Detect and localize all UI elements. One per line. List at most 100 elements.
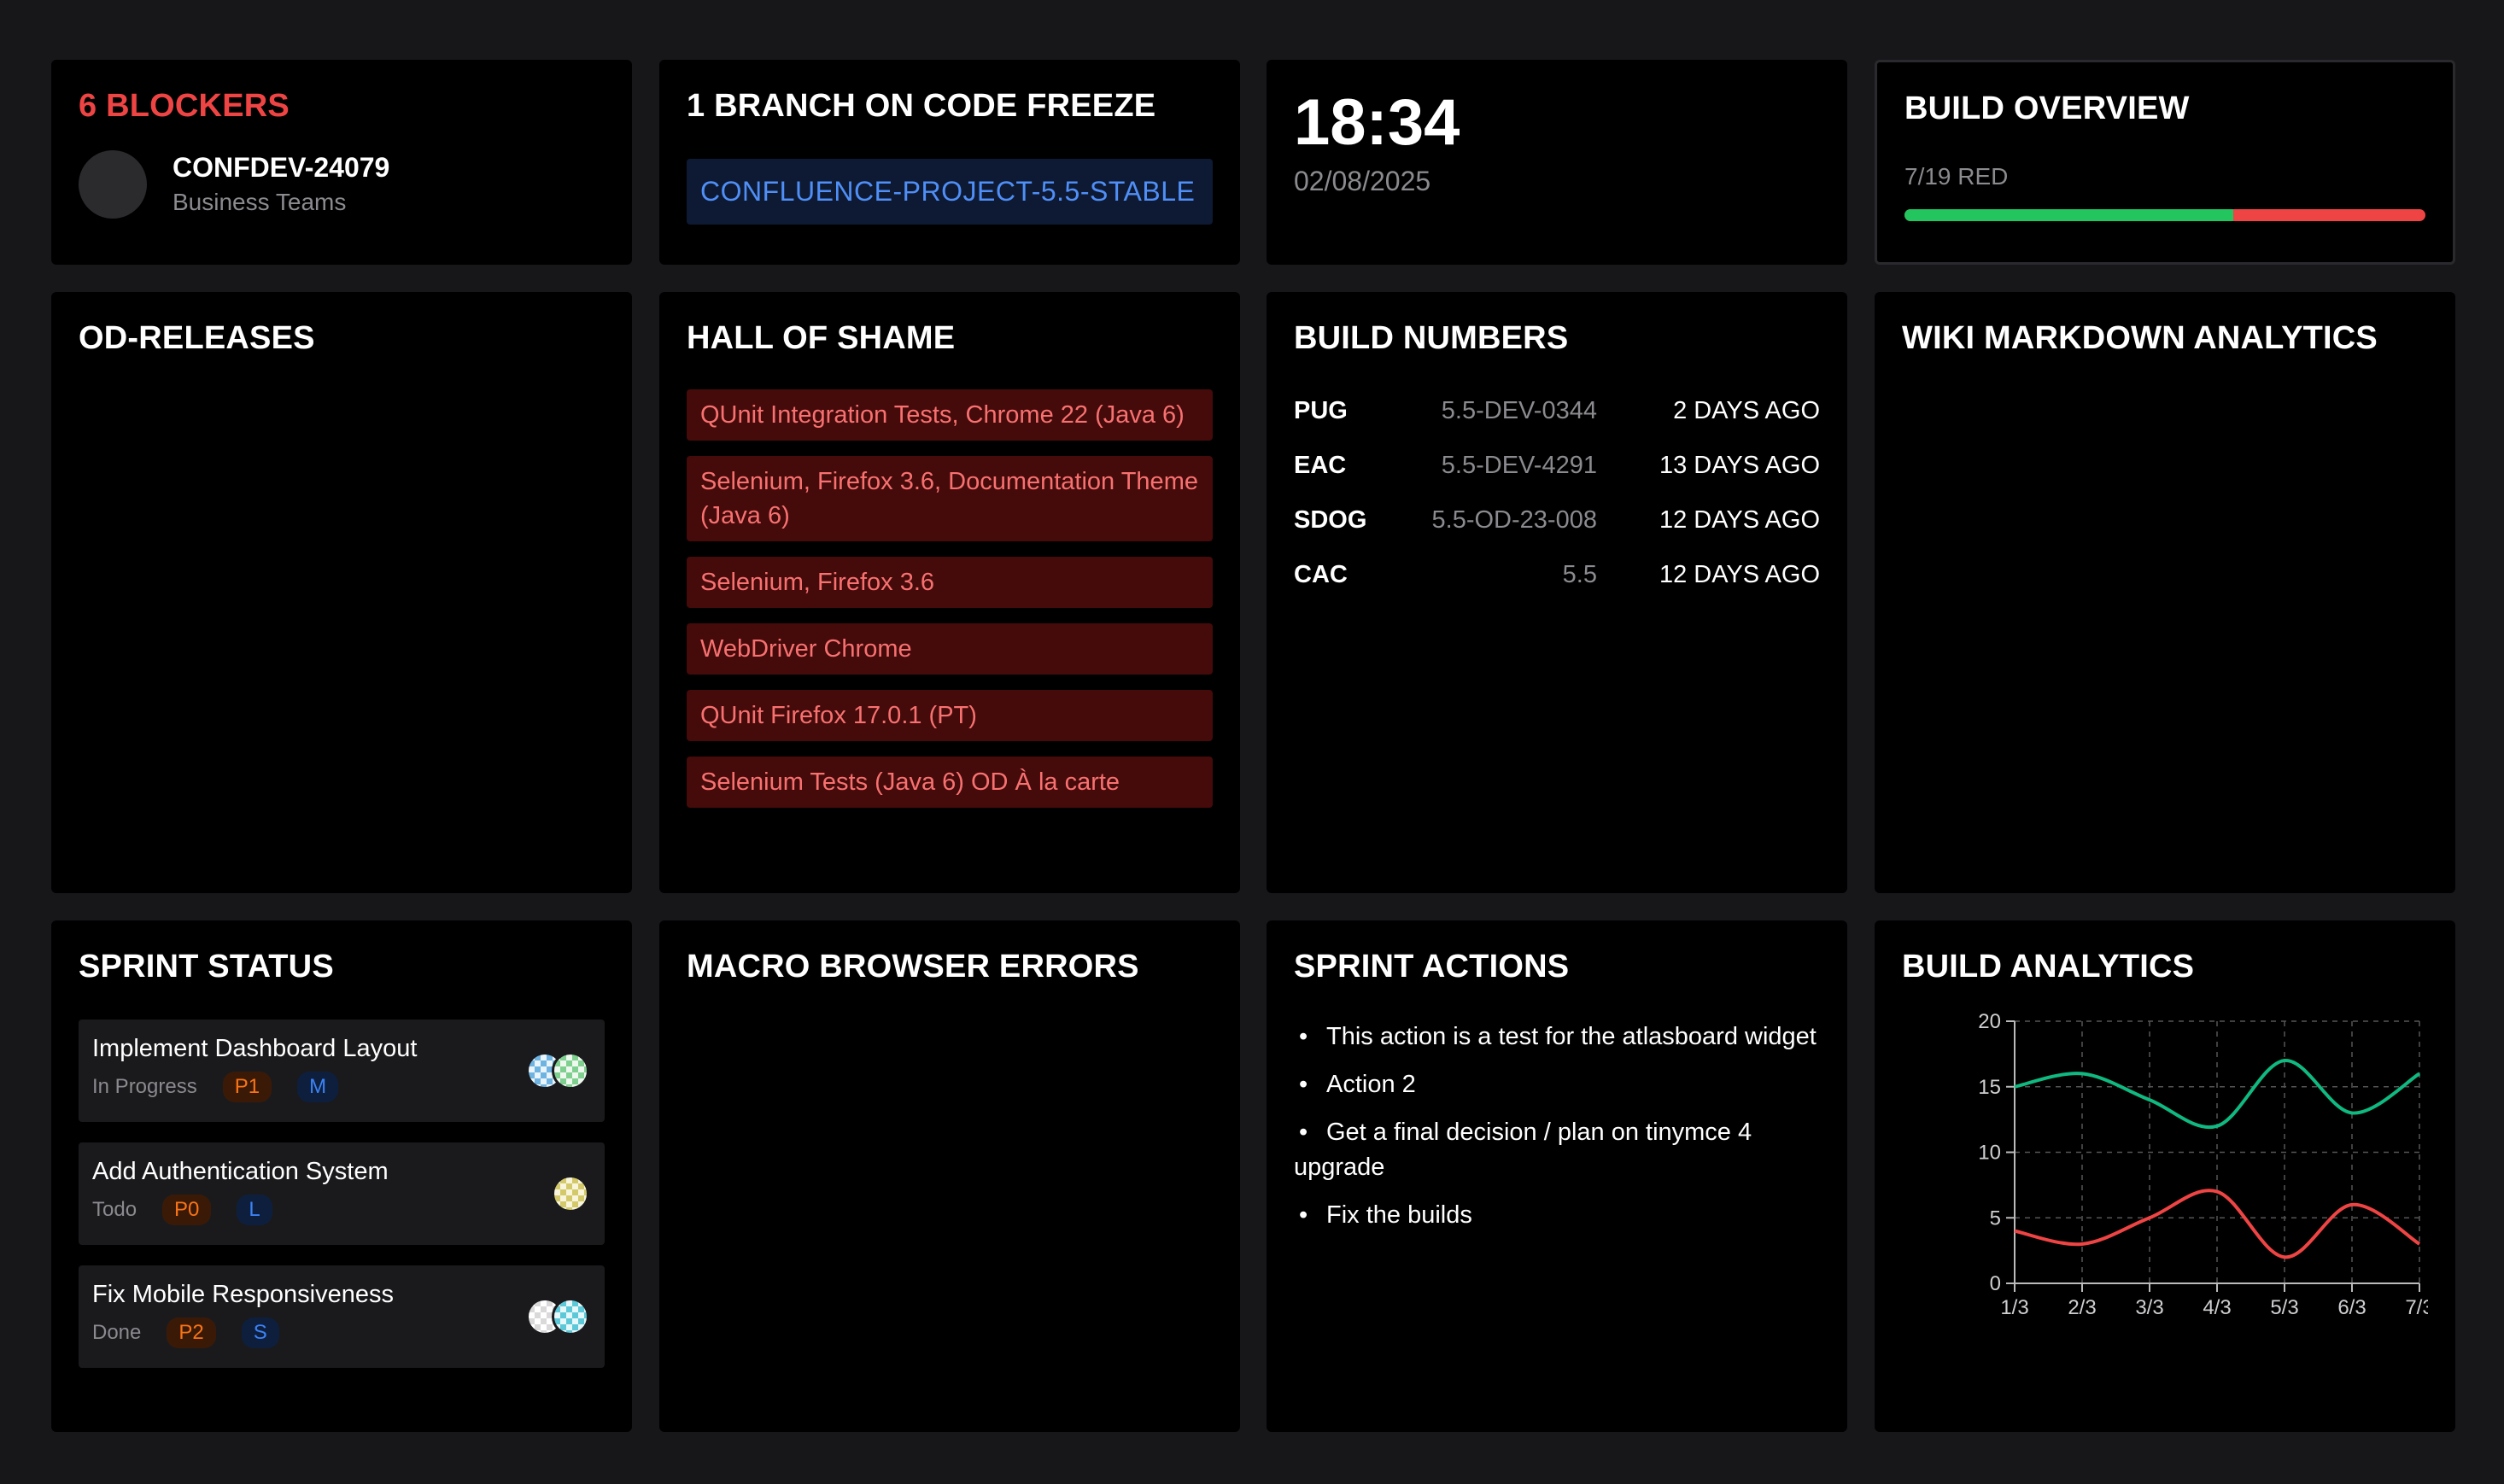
avatar	[79, 149, 147, 219]
failing-build-item[interactable]: QUnit Integration Tests, Chrome 22 (Java…	[687, 389, 1213, 441]
clock-time: 18:34	[1294, 86, 1460, 159]
list-item: • This action is a test for the atlasboar…	[1294, 1020, 1820, 1055]
sprint-task-card[interactable]: Fix Mobile Responsiveness Done P2 S	[79, 1265, 605, 1368]
build-name: CAC	[1294, 561, 1348, 589]
hall-of-shame-widget: HALL OF SHAME QUnit Integration Tests, C…	[659, 292, 1240, 893]
y-tick-label: 10	[1978, 1141, 2001, 1164]
sprint-task-list: Implement Dashboard Layout In Progress P…	[79, 1019, 605, 1368]
blocker-item[interactable]: CONFDEV-24079 Business Teams	[79, 149, 605, 219]
sprint-actions-widget: SPRINT ACTIONS • This action is a test fo…	[1267, 920, 1847, 1432]
build-age: 12 DAYS AGO	[1659, 506, 1820, 535]
size-badge: L	[237, 1194, 272, 1225]
sprint-task-card[interactable]: Implement Dashboard Layout In Progress P…	[79, 1019, 605, 1122]
bullet-icon: •	[1299, 1201, 1308, 1229]
action-text: Action 2	[1326, 1070, 1416, 1098]
build-numbers-widget: BUILD NUMBERS PUG 5.5-DEV-0344 2 DAYS AG…	[1267, 292, 1847, 893]
build-analytics-widget: BUILD ANALYTICS 0 5 10 15 20 1/3 2/3 3/3 4/3 5/3 6…	[1875, 920, 2455, 1432]
od-releases-widget: OD-RELEASES	[51, 292, 632, 893]
y-tick-label: 20	[1978, 1013, 2001, 1033]
build-overview-widget: BUILD OVERVIEW 7/19 RED	[1875, 60, 2455, 265]
x-tick-label: 2/3	[2068, 1296, 2096, 1319]
list-item: • Fix the builds	[1294, 1198, 1820, 1233]
y-tick-label: 5	[1990, 1206, 2001, 1230]
build-overview-label: 7/19 RED	[1904, 162, 2009, 190]
build-age: 13 DAYS AGO	[1659, 452, 1820, 480]
priority-badge: P2	[167, 1317, 216, 1348]
build-age: 2 DAYS AGO	[1673, 397, 1820, 425]
macro-browser-title: MACRO BROWSER ERRORS	[687, 949, 1139, 984]
task-title: Implement Dashboard Layout	[92, 1034, 418, 1062]
size-badge: M	[297, 1071, 339, 1102]
priority-badge: P1	[222, 1071, 272, 1102]
task-title: Fix Mobile Responsiveness	[92, 1280, 394, 1308]
action-text: Get a final decision / plan on tinymce 4…	[1294, 1118, 1752, 1181]
build-analytics-title: BUILD ANALYTICS	[1902, 949, 2195, 984]
avatar	[552, 1174, 589, 1212]
task-status: In Progress	[92, 1074, 197, 1098]
build-name: EAC	[1294, 452, 1347, 480]
x-tick-label: 3/3	[2135, 1296, 2163, 1319]
build-health-green-fill	[1904, 208, 2234, 221]
sprint-actions-list: • This action is a test for the atlasboar…	[1294, 1020, 1820, 1233]
clock-widget: 18:34 02/08/2025	[1267, 60, 1847, 265]
build-name: PUG	[1294, 397, 1348, 425]
x-tick-label: 6/3	[2337, 1296, 2366, 1319]
branch-link[interactable]: CONFLUENCE-PROJECT-5.5-STABLE	[687, 158, 1213, 225]
build-numbers-table: PUG 5.5-DEV-0344 2 DAYS AGO EAC 5.5-DEV-…	[1294, 384, 1820, 603]
bullet-icon: •	[1299, 1070, 1308, 1098]
sprint-actions-title: SPRINT ACTIONS	[1294, 949, 1570, 984]
table-row: SDOG 5.5-OD-23-008 12 DAYS AGO	[1294, 494, 1820, 548]
blockers-title: 6 BLOCKERS	[79, 88, 290, 124]
y-tick-label: 15	[1978, 1075, 2001, 1098]
od-releases-title: OD-RELEASES	[79, 320, 315, 356]
failing-build-item[interactable]: QUnit Firefox 17.0.1 (PT)	[687, 689, 1213, 741]
wiki-markdown-analytics-widget: WIKI MARKDOWN ANALYTICS	[1875, 292, 2455, 893]
assignee-avatars	[552, 1174, 589, 1212]
x-tick-label: 4/3	[2203, 1296, 2231, 1319]
avatar	[552, 1297, 589, 1335]
build-version: 5.5-DEV-4291	[1441, 452, 1597, 480]
table-row: PUG 5.5-DEV-0344 2 DAYS AGO	[1294, 384, 1820, 439]
table-row: CAC 5.5 12 DAYS AGO	[1294, 548, 1820, 603]
build-version: 5.5-OD-23-008	[1431, 506, 1597, 535]
build-age: 12 DAYS AGO	[1659, 561, 1820, 589]
failing-build-item[interactable]: Selenium, Firefox 3.6	[687, 556, 1213, 608]
hall-of-shame-title: HALL OF SHAME	[687, 320, 956, 356]
action-text: This action is a test for the atlasboard…	[1326, 1022, 1817, 1050]
x-tick-label: 5/3	[2270, 1296, 2298, 1319]
build-name: SDOG	[1294, 506, 1367, 535]
sprint-task-card[interactable]: Add Authentication System Todo P0 L	[79, 1142, 605, 1245]
failing-build-item[interactable]: WebDriver Chrome	[687, 622, 1213, 675]
assignee-avatars	[526, 1297, 589, 1335]
bullet-icon: •	[1299, 1022, 1308, 1050]
wiki-markdown-title: WIKI MARKDOWN ANALYTICS	[1902, 320, 2378, 356]
table-row: EAC 5.5-DEV-4291 13 DAYS AGO	[1294, 439, 1820, 494]
failing-builds-list: QUnit Integration Tests, Chrome 22 (Java…	[687, 389, 1213, 808]
y-tick-label: 0	[1990, 1272, 2001, 1295]
failing-build-item[interactable]: Selenium Tests (Java 6) OD À la carte	[687, 756, 1213, 808]
code-freeze-title: 1 BRANCH ON CODE FREEZE	[687, 88, 1156, 124]
clock-date: 02/08/2025	[1294, 166, 1431, 196]
x-tick-label: 7/3	[2405, 1296, 2428, 1319]
failing-build-item[interactable]: Selenium, Firefox 3.6, Documentation The…	[687, 455, 1213, 541]
code-freeze-widget: 1 BRANCH ON CODE FREEZE CONFLUENCE-PROJE…	[659, 60, 1240, 265]
assignee-avatars	[526, 1051, 589, 1090]
sprint-status-widget: SPRINT STATUS Implement Dashboard Layout…	[51, 920, 632, 1432]
blockers-widget: 6 BLOCKERS CONFDEV-24079 Business Teams	[51, 60, 632, 265]
bullet-icon: •	[1299, 1118, 1308, 1146]
build-version: 5.5	[1562, 561, 1597, 589]
avatar	[552, 1051, 589, 1090]
build-health-bar	[1904, 208, 2425, 221]
x-tick-label: 1/3	[2000, 1296, 2028, 1319]
task-title: Add Authentication System	[92, 1157, 389, 1185]
task-status: Todo	[92, 1197, 137, 1221]
build-overview-title: BUILD OVERVIEW	[1904, 91, 2190, 126]
action-text: Fix the builds	[1326, 1201, 1472, 1229]
list-item: • Get a final decision / plan on tinymce …	[1294, 1115, 1820, 1185]
team-name: Business Teams	[173, 189, 347, 216]
issue-key[interactable]: CONFDEV-24079	[173, 152, 389, 184]
build-version: 5.5-DEV-0344	[1441, 397, 1597, 425]
sprint-status-title: SPRINT STATUS	[79, 949, 334, 984]
task-status: Done	[92, 1320, 142, 1344]
build-analytics-chart: 0 5 10 15 20 1/3 2/3 3/3 4/3 5/3 6/3 7/3	[1978, 1010, 2433, 1319]
